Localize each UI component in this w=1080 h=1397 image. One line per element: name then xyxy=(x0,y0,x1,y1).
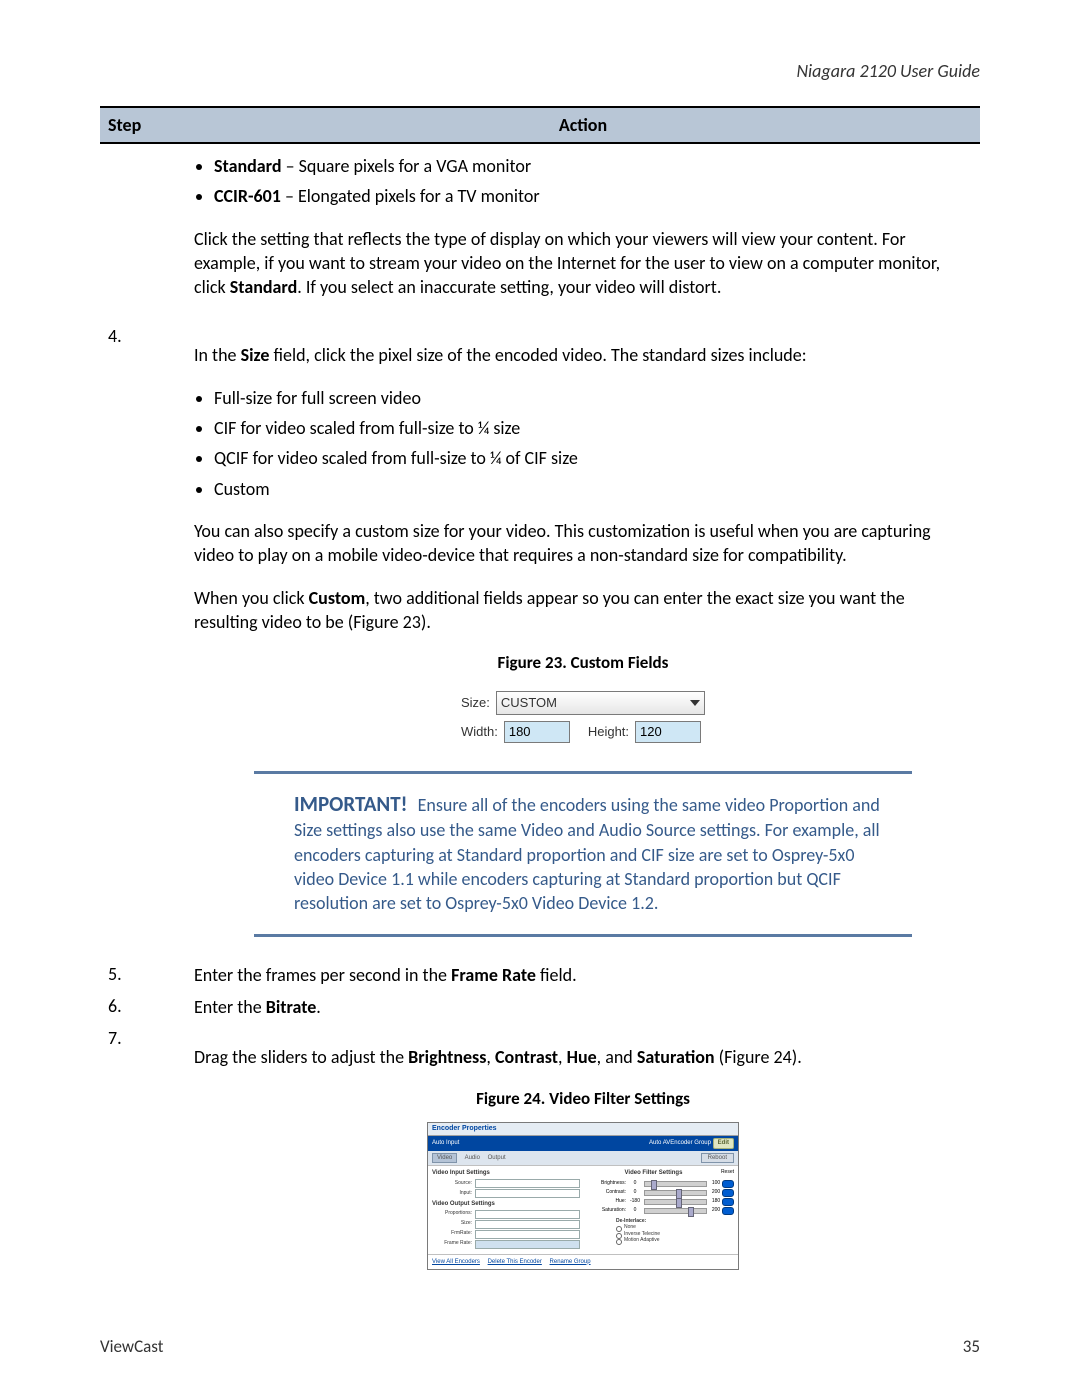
contrast-reset-button[interactable] xyxy=(722,1189,734,1197)
auto-input-label: Auto Input xyxy=(432,1140,459,1146)
step-4-number: 4. xyxy=(100,321,186,958)
header-guide-title: Niagara 2120 User Guide xyxy=(100,60,980,82)
step-4-intro: In the Size field, click the pixel size … xyxy=(194,343,972,367)
important-callout: IMPORTANT! Ensure all of the encoders us… xyxy=(254,771,912,937)
figure-23-caption: Figure 23. Custom Fields xyxy=(194,652,972,675)
list-item: QCIF for video scaled from full-size to … xyxy=(214,446,972,470)
encoder-properties-panel: Encoder Properties Auto Input Auto AVEnc… xyxy=(427,1122,739,1270)
ccir601-desc: – Elongated pixels for a TV monitor xyxy=(281,185,540,207)
height-input[interactable]: 120 xyxy=(635,721,701,743)
chevron-down-icon xyxy=(690,700,700,706)
saturation-slider[interactable] xyxy=(644,1208,707,1214)
footer-brand: ViewCast xyxy=(100,1336,163,1357)
frmrate-select[interactable] xyxy=(475,1230,580,1239)
tab-output[interactable]: Output xyxy=(488,1155,506,1161)
tab-audio[interactable]: Audio xyxy=(465,1155,480,1161)
brightness-min: 0 xyxy=(629,1181,641,1187)
view-all-encoders-link[interactable]: View All Encoders xyxy=(432,1259,480,1265)
encoder-blue-bar: Auto Input Auto AVEncoder Group Edit xyxy=(428,1136,738,1151)
display-type-paragraph: Click the setting that reflects the type… xyxy=(194,227,972,300)
size-options-list: Full-size for full screen video CIF for … xyxy=(214,386,972,501)
proportions-label: Proportions: xyxy=(432,1211,472,1217)
standard-desc: – Square pixels for a VGA monitor xyxy=(282,155,532,177)
saturation-label: Saturation: xyxy=(586,1208,626,1214)
rename-group-link[interactable]: Rename Group xyxy=(550,1259,591,1265)
figure-24-caption: Figure 24. Video Filter Settings xyxy=(194,1088,972,1111)
list-item: Standard – Square pixels for a VGA monit… xyxy=(214,154,972,178)
contrast-slider[interactable] xyxy=(644,1190,707,1196)
outsize-label: Size: xyxy=(432,1221,472,1227)
contrast-min: 0 xyxy=(629,1190,641,1196)
hue-label: Hue: xyxy=(586,1199,626,1205)
brightness-slider[interactable] xyxy=(644,1181,707,1187)
col-step: Step xyxy=(100,107,186,143)
encoder-footer-links: View All Encoders Delete This Encoder Re… xyxy=(428,1254,738,1270)
reset-header: Reset xyxy=(721,1170,734,1179)
standard-label: Standard xyxy=(214,155,282,177)
width-input[interactable]: 180 xyxy=(504,721,570,743)
list-item: CCIR-601 – Elongated pixels for a TV mon… xyxy=(214,184,972,208)
step-6-text: Enter the Bitrate. xyxy=(186,991,980,1023)
hue-reset-button[interactable] xyxy=(722,1198,734,1206)
input-label: Input: xyxy=(432,1191,472,1197)
step-7-number: 7. xyxy=(100,1023,186,1282)
framerate-label: Frame Rate: xyxy=(432,1241,472,1247)
proportions-select[interactable] xyxy=(475,1210,580,1219)
brightness-reset-button[interactable] xyxy=(722,1180,734,1188)
video-filter-settings-col: Video Filter Settings Reset Brightness: … xyxy=(586,1170,734,1249)
contrast-max: 200 xyxy=(710,1190,722,1196)
important-label: IMPORTANT! xyxy=(294,791,408,817)
step-5-number: 5. xyxy=(100,959,186,991)
reboot-button[interactable]: Reboot xyxy=(701,1153,734,1164)
step-5-text: Enter the frames per second in the Frame… xyxy=(186,959,980,991)
size-value: CUSTOM xyxy=(501,694,557,712)
framerate-input[interactable] xyxy=(475,1240,580,1249)
video-filter-settings-title: Video Filter Settings xyxy=(586,1170,721,1177)
list-item: CIF for video scaled from full-size to ¼… xyxy=(214,416,972,440)
video-input-settings-title: Video Input Settings xyxy=(432,1170,580,1177)
video-input-settings-col: Video Input Settings Source: Input: Vide… xyxy=(432,1170,580,1249)
saturation-min: 0 xyxy=(629,1208,641,1214)
brightness-max: 100 xyxy=(710,1181,722,1187)
width-label: Width: xyxy=(461,723,498,741)
brightness-label: Brightness: xyxy=(586,1181,626,1187)
steps-table: Step Action Standard – Square pixels for… xyxy=(100,106,980,1282)
custom-size-explain: You can also specify a custom size for y… xyxy=(194,519,972,568)
size-label: Size: xyxy=(461,694,490,712)
ccir601-label: CCIR-601 xyxy=(214,185,281,207)
hue-slider[interactable] xyxy=(644,1199,707,1205)
deinterlace-motion-radio[interactable]: Motion Adaptive xyxy=(616,1238,734,1244)
source-select[interactable] xyxy=(475,1179,580,1188)
edit-button[interactable]: Edit xyxy=(713,1138,734,1149)
encoder-title: Encoder Properties xyxy=(428,1123,738,1136)
contrast-label: Contrast: xyxy=(586,1190,626,1196)
status-encoder-group: Auto AVEncoder Group xyxy=(649,1140,711,1146)
list-item: Full-size for full screen video xyxy=(214,386,972,410)
frmrate-label: FrmRate: xyxy=(432,1231,472,1237)
footer-page-number: 35 xyxy=(963,1336,980,1357)
source-label: Source: xyxy=(432,1181,472,1187)
list-item: Custom xyxy=(214,477,972,501)
tab-video[interactable]: Video xyxy=(432,1153,457,1163)
deinterlace-group: De-Interlace: None Inverse Telecine Moti… xyxy=(616,1219,734,1244)
step-6-number: 6. xyxy=(100,991,186,1023)
saturation-reset-button[interactable] xyxy=(722,1207,734,1215)
video-output-settings-title: Video Output Settings xyxy=(432,1201,580,1208)
col-action: Action xyxy=(186,107,980,143)
encoder-toolbar: Video Audio Output Reboot xyxy=(428,1151,738,1166)
height-label: Height: xyxy=(588,723,629,741)
delete-encoder-link[interactable]: Delete This Encoder xyxy=(488,1259,542,1265)
hue-min: -180 xyxy=(629,1199,641,1205)
outsize-select[interactable] xyxy=(475,1220,580,1229)
size-select[interactable]: CUSTOM xyxy=(496,691,705,715)
hue-max: 180 xyxy=(710,1199,722,1205)
pixel-type-list: Standard – Square pixels for a VGA monit… xyxy=(214,154,972,209)
saturation-max: 200 xyxy=(710,1208,722,1214)
input-select[interactable] xyxy=(475,1189,580,1198)
custom-click-explain: When you click Custom, two additional fi… xyxy=(194,586,972,635)
custom-fields-panel: Size: CUSTOM Width: 180 Height: 120 xyxy=(455,687,711,747)
step-7-text: Drag the sliders to adjust the Brightnes… xyxy=(194,1045,972,1069)
